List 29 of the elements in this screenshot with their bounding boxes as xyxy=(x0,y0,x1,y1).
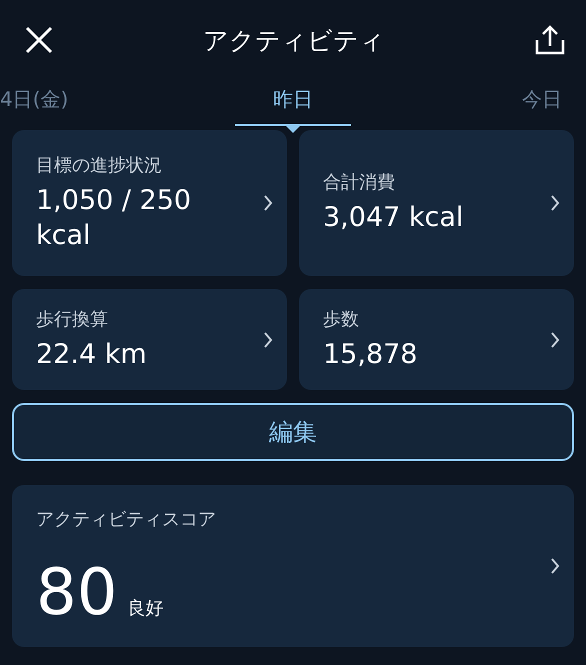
score-value: 80 xyxy=(36,561,118,625)
score-card[interactable]: アクティビティスコア 80 良好 xyxy=(12,485,574,647)
close-button[interactable] xyxy=(24,25,54,55)
date-tab[interactable]: 4日(金) xyxy=(0,80,68,126)
metric-card[interactable]: 歩行換算 22.4 km xyxy=(12,289,287,390)
metric-label: 目標の進捗状況 xyxy=(36,154,163,177)
close-icon xyxy=(24,25,54,55)
chevron-right-icon xyxy=(550,557,560,575)
metric-value: 22.4 km xyxy=(36,338,148,372)
metric-value: 1,050 / 250 kcal xyxy=(36,184,192,253)
metric-card[interactable]: 合計消費 3,047 kcal xyxy=(299,130,574,276)
metric-label: 歩行換算 xyxy=(36,308,109,331)
metric-value: 15,878 xyxy=(323,338,418,372)
metric-value: 3,047 kcal xyxy=(323,201,464,236)
date-tab[interactable]: 今日 xyxy=(522,80,562,126)
metric-label: 合計消費 xyxy=(323,171,396,194)
edit-button[interactable]: 編集 xyxy=(12,403,574,461)
metric-label: 歩数 xyxy=(323,308,360,331)
metric-card[interactable]: 歩数 15,878 xyxy=(299,289,574,390)
metric-card[interactable]: 目標の進捗状況 1,050 / 250 kcal xyxy=(12,130,287,276)
chevron-right-icon xyxy=(263,330,273,348)
score-label: アクティビティスコア xyxy=(36,508,217,531)
screen-title: アクティビティ xyxy=(203,24,385,56)
chevron-right-icon xyxy=(263,194,273,212)
share-button[interactable] xyxy=(534,24,566,56)
score-rating: 良好 xyxy=(127,597,164,620)
chevron-right-icon xyxy=(550,330,560,348)
chevron-right-icon xyxy=(550,194,560,212)
share-icon xyxy=(534,24,566,56)
